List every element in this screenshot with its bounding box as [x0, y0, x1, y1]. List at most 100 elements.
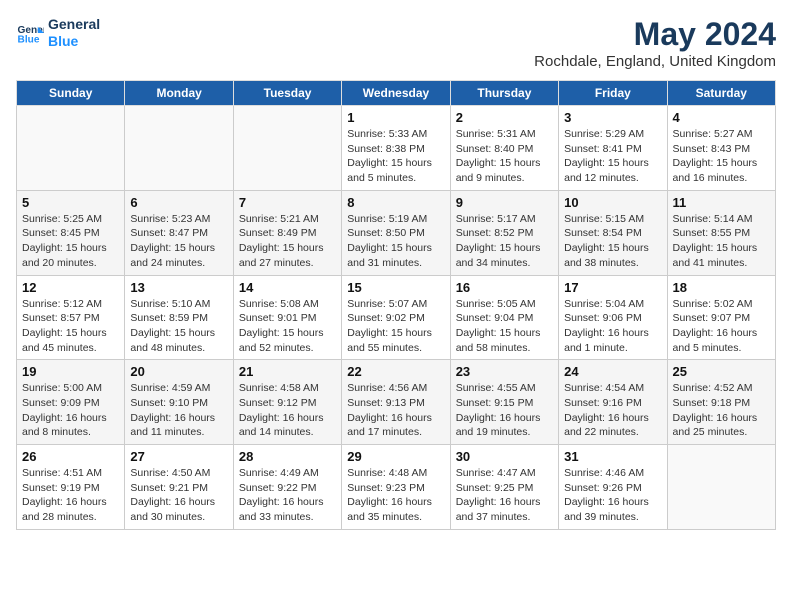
calendar-cell: [125, 106, 233, 191]
calendar-cell: 26 Sunrise: 4:51 AM Sunset: 9:19 PM Dayli…: [17, 445, 125, 530]
calendar-cell: 18 Sunrise: 5:02 AM Sunset: 9:07 PM Dayli…: [667, 275, 775, 360]
cell-content: Sunrise: 5:12 AM Sunset: 8:57 PM Dayligh…: [22, 297, 119, 356]
date-number: 19: [22, 364, 119, 379]
header: General Blue General Blue May 2024 Rochd…: [16, 16, 776, 70]
date-number: 14: [239, 280, 336, 295]
cell-content: Sunrise: 4:52 AM Sunset: 9:18 PM Dayligh…: [673, 381, 770, 440]
day-header-sunday: Sunday: [17, 81, 125, 106]
cell-content: Sunrise: 4:56 AM Sunset: 9:13 PM Dayligh…: [347, 381, 444, 440]
date-number: 2: [456, 110, 553, 125]
calendar-cell: 31 Sunrise: 4:46 AM Sunset: 9:26 PM Dayli…: [559, 445, 667, 530]
calendar-cell: 3 Sunrise: 5:29 AM Sunset: 8:41 PM Daylig…: [559, 106, 667, 191]
cell-content: Sunrise: 4:54 AM Sunset: 9:16 PM Dayligh…: [564, 381, 661, 440]
calendar-cell: 16 Sunrise: 5:05 AM Sunset: 9:04 PM Dayli…: [450, 275, 558, 360]
cell-content: Sunrise: 4:47 AM Sunset: 9:25 PM Dayligh…: [456, 466, 553, 525]
cell-content: Sunrise: 4:51 AM Sunset: 9:19 PM Dayligh…: [22, 466, 119, 525]
week-row-4: 19 Sunrise: 5:00 AM Sunset: 9:09 PM Dayli…: [17, 360, 776, 445]
date-number: 10: [564, 195, 661, 210]
calendar-cell: 10 Sunrise: 5:15 AM Sunset: 8:54 PM Dayli…: [559, 190, 667, 275]
calendar-cell: 7Sunrise: 5:21 AM Sunset: 8:49 PM Daylig…: [233, 190, 341, 275]
cell-content: Sunrise: 4:48 AM Sunset: 9:23 PM Dayligh…: [347, 466, 444, 525]
calendar-cell: 25Sunrise: 4:52 AM Sunset: 9:18 PM Dayli…: [667, 360, 775, 445]
subtitle: Rochdale, England, United Kingdom: [534, 53, 776, 70]
calendar-cell: 27Sunrise: 4:50 AM Sunset: 9:21 PM Dayli…: [125, 445, 233, 530]
calendar-cell: 1 Sunrise: 5:33 AM Sunset: 8:38 PM Daylig…: [342, 106, 450, 191]
day-header-row: SundayMondayTuesdayWednesdayThursdayFrid…: [17, 81, 776, 106]
calendar-cell: 24Sunrise: 4:54 AM Sunset: 9:16 PM Dayli…: [559, 360, 667, 445]
calendar-cell: 15 Sunrise: 5:07 AM Sunset: 9:02 PM Dayli…: [342, 275, 450, 360]
calendar-cell: 6 Sunrise: 5:23 AM Sunset: 8:47 PM Daylig…: [125, 190, 233, 275]
calendar-cell: 9 Sunrise: 5:17 AM Sunset: 8:52 PM Daylig…: [450, 190, 558, 275]
day-header-wednesday: Wednesday: [342, 81, 450, 106]
date-number: 12: [22, 280, 119, 295]
calendar-cell: [17, 106, 125, 191]
date-number: 5: [22, 195, 119, 210]
calendar-cell: 23Sunrise: 4:55 AM Sunset: 9:15 PM Dayli…: [450, 360, 558, 445]
cell-content: Sunrise: 5:31 AM Sunset: 8:40 PM Dayligh…: [456, 127, 553, 186]
date-number: 16: [456, 280, 553, 295]
calendar-cell: 14 Sunrise: 5:08 AM Sunset: 9:01 PM Dayli…: [233, 275, 341, 360]
cell-content: Sunrise: 5:05 AM Sunset: 9:04 PM Dayligh…: [456, 297, 553, 356]
date-number: 31: [564, 449, 661, 464]
date-number: 11: [673, 195, 770, 210]
logo-icon: General Blue: [16, 19, 44, 47]
cell-content: Sunrise: 5:08 AM Sunset: 9:01 PM Dayligh…: [239, 297, 336, 356]
cell-content: Sunrise: 5:33 AM Sunset: 8:38 PM Dayligh…: [347, 127, 444, 186]
calendar-cell: 30 Sunrise: 4:47 AM Sunset: 9:25 PM Dayli…: [450, 445, 558, 530]
cell-content: Sunrise: 5:17 AM Sunset: 8:52 PM Dayligh…: [456, 212, 553, 271]
title-section: May 2024 Rochdale, England, United Kingd…: [534, 16, 776, 70]
calendar-cell: 29 Sunrise: 4:48 AM Sunset: 9:23 PM Dayli…: [342, 445, 450, 530]
cell-content: Sunrise: 5:07 AM Sunset: 9:02 PM Dayligh…: [347, 297, 444, 356]
week-row-5: 26 Sunrise: 4:51 AM Sunset: 9:19 PM Dayli…: [17, 445, 776, 530]
cell-content: Sunrise: 5:15 AM Sunset: 8:54 PM Dayligh…: [564, 212, 661, 271]
cell-content: Sunrise: 5:25 AM Sunset: 8:45 PM Dayligh…: [22, 212, 119, 271]
date-number: 20: [130, 364, 227, 379]
calendar-cell: 13 Sunrise: 5:10 AM Sunset: 8:59 PM Dayli…: [125, 275, 233, 360]
day-header-monday: Monday: [125, 81, 233, 106]
cell-content: Sunrise: 4:46 AM Sunset: 9:26 PM Dayligh…: [564, 466, 661, 525]
date-number: 17: [564, 280, 661, 295]
date-number: 9: [456, 195, 553, 210]
cell-content: Sunrise: 5:23 AM Sunset: 8:47 PM Dayligh…: [130, 212, 227, 271]
date-number: 18: [673, 280, 770, 295]
cell-content: Sunrise: 4:58 AM Sunset: 9:12 PM Dayligh…: [239, 381, 336, 440]
cell-content: Sunrise: 5:00 AM Sunset: 9:09 PM Dayligh…: [22, 381, 119, 440]
calendar-cell: 21 Sunrise: 4:58 AM Sunset: 9:12 PM Dayli…: [233, 360, 341, 445]
logo: General Blue General Blue: [16, 16, 100, 50]
date-number: 8: [347, 195, 444, 210]
date-number: 28: [239, 449, 336, 464]
calendar-cell: 8Sunrise: 5:19 AM Sunset: 8:50 PM Daylig…: [342, 190, 450, 275]
date-number: 4: [673, 110, 770, 125]
day-header-friday: Friday: [559, 81, 667, 106]
calendar-cell: 22 Sunrise: 4:56 AM Sunset: 9:13 PM Dayli…: [342, 360, 450, 445]
date-number: 6: [130, 195, 227, 210]
cell-content: Sunrise: 5:14 AM Sunset: 8:55 PM Dayligh…: [673, 212, 770, 271]
week-row-1: 1 Sunrise: 5:33 AM Sunset: 8:38 PM Daylig…: [17, 106, 776, 191]
cell-content: Sunrise: 5:27 AM Sunset: 8:43 PM Dayligh…: [673, 127, 770, 186]
date-number: 1: [347, 110, 444, 125]
svg-text:Blue: Blue: [18, 34, 40, 45]
calendar-cell: 20Sunrise: 4:59 AM Sunset: 9:10 PM Dayli…: [125, 360, 233, 445]
cell-content: Sunrise: 5:29 AM Sunset: 8:41 PM Dayligh…: [564, 127, 661, 186]
date-number: 3: [564, 110, 661, 125]
main-title: May 2024: [534, 16, 776, 53]
date-number: 30: [456, 449, 553, 464]
date-number: 15: [347, 280, 444, 295]
logo-text-blue: Blue: [48, 33, 100, 50]
cell-content: Sunrise: 5:10 AM Sunset: 8:59 PM Dayligh…: [130, 297, 227, 356]
calendar-cell: [233, 106, 341, 191]
day-header-thursday: Thursday: [450, 81, 558, 106]
cell-content: Sunrise: 4:55 AM Sunset: 9:15 PM Dayligh…: [456, 381, 553, 440]
calendar-cell: 4 Sunrise: 5:27 AM Sunset: 8:43 PM Daylig…: [667, 106, 775, 191]
date-number: 21: [239, 364, 336, 379]
cell-content: Sunrise: 4:50 AM Sunset: 9:21 PM Dayligh…: [130, 466, 227, 525]
calendar-cell: [667, 445, 775, 530]
date-number: 22: [347, 364, 444, 379]
day-header-saturday: Saturday: [667, 81, 775, 106]
cell-content: Sunrise: 5:02 AM Sunset: 9:07 PM Dayligh…: [673, 297, 770, 356]
date-number: 26: [22, 449, 119, 464]
date-number: 13: [130, 280, 227, 295]
calendar-cell: 5 Sunrise: 5:25 AM Sunset: 8:45 PM Daylig…: [17, 190, 125, 275]
date-number: 29: [347, 449, 444, 464]
cell-content: Sunrise: 4:49 AM Sunset: 9:22 PM Dayligh…: [239, 466, 336, 525]
